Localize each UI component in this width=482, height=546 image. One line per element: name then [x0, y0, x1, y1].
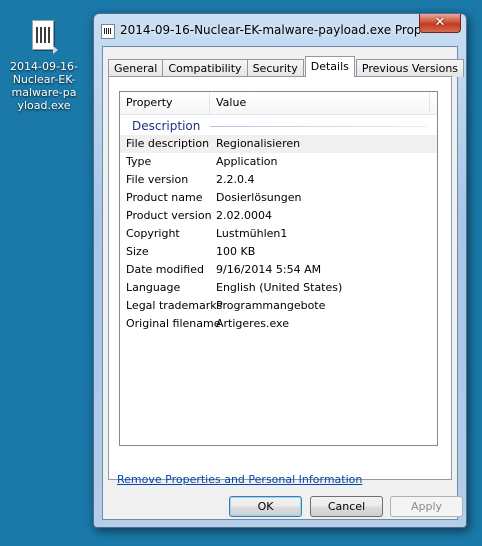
apply-button[interactable]: Apply	[390, 496, 463, 517]
tab-previous-versions[interactable]: Previous Versions	[355, 59, 465, 77]
list-item[interactable]: Product version 2.02.0004	[120, 207, 437, 225]
property-value: 2.02.0004	[216, 209, 272, 222]
property-name: Type	[126, 155, 152, 168]
list-item[interactable]: File version 2.2.0.4	[120, 171, 437, 189]
property-name: File version	[126, 173, 189, 186]
property-value: 2.2.0.4	[216, 173, 255, 186]
file-icon	[101, 24, 115, 39]
close-icon: ✕	[434, 15, 446, 30]
property-value: Artigeres.exe	[216, 317, 289, 330]
list-item[interactable]: Size 100 KB	[120, 243, 437, 261]
tab-strip: General Compatibility Security Details P…	[108, 55, 465, 77]
list-item[interactable]: Original filename Artigeres.exe	[120, 315, 437, 333]
details-tab-page: Property Value Description File descript…	[108, 76, 452, 480]
property-value: Programmangebote	[216, 299, 326, 312]
executable-file-icon	[26, 20, 62, 54]
list-header: Property Value	[120, 92, 437, 115]
properties-window: 2014-09-16-Nuclear-EK-malware-payload.ex…	[93, 13, 467, 528]
property-value: Regionalisieren	[216, 137, 301, 150]
group-divider	[210, 126, 427, 127]
details-list[interactable]: Property Value Description File descript…	[119, 91, 438, 446]
property-name: Product name	[126, 191, 203, 204]
property-name: Language	[126, 281, 181, 294]
tab-general[interactable]: General	[108, 59, 164, 77]
property-name: Date modified	[126, 263, 204, 276]
property-value: 100 KB	[216, 245, 256, 258]
list-item[interactable]: Language English (United States)	[120, 279, 437, 297]
property-name: Legal trademarks	[126, 299, 223, 312]
property-name: Size	[126, 245, 149, 258]
property-value: 9/16/2014 5:54 AM	[216, 263, 322, 276]
group-label: Description	[132, 119, 205, 133]
close-button[interactable]: ✕	[419, 14, 461, 33]
property-value: Lustmühlen1	[216, 227, 288, 240]
tab-details[interactable]: Details	[304, 56, 355, 77]
list-item[interactable]: Copyright Lustmühlen1	[120, 225, 437, 243]
ok-button[interactable]: OK	[229, 496, 302, 517]
group-header-description: Description	[120, 115, 437, 135]
title-bar[interactable]: 2014-09-16-Nuclear-EK-malware-payload.ex…	[94, 14, 466, 46]
cancel-button[interactable]: Cancel	[310, 496, 383, 517]
list-item[interactable]: Legal trademarks Programmangebote	[120, 297, 437, 315]
desktop-file-label: 2014-09-16-Nuclear-EK-malware-payload.ex…	[10, 60, 78, 112]
desktop-file-icon[interactable]: 2014-09-16-Nuclear-EK-malware-payload.ex…	[4, 20, 84, 112]
list-item[interactable]: File description Regionalisieren	[120, 135, 437, 153]
dialog-client: General Compatibility Security Details P…	[102, 46, 465, 520]
list-item[interactable]: Product name Dosierlösungen	[120, 189, 437, 207]
remove-properties-link[interactable]: Remove Properties and Personal Informati…	[117, 473, 362, 486]
property-name: Product version	[126, 209, 212, 222]
list-item[interactable]: Date modified 9/16/2014 5:54 AM	[120, 261, 437, 279]
column-header-value[interactable]: Value	[210, 92, 430, 114]
property-value: Application	[216, 155, 278, 168]
property-value: Dosierlösungen	[216, 191, 302, 204]
tab-compatibility[interactable]: Compatibility	[162, 59, 248, 77]
property-name: File description	[126, 137, 210, 150]
property-name: Original filename	[126, 317, 221, 330]
window-title: 2014-09-16-Nuclear-EK-malware-payload.ex…	[120, 23, 420, 37]
property-value: English (United States)	[216, 281, 343, 294]
column-header-property[interactable]: Property	[120, 92, 210, 114]
tab-security[interactable]: Security	[246, 59, 304, 77]
list-item[interactable]: Type Application	[120, 153, 437, 171]
property-name: Copyright	[126, 227, 180, 240]
